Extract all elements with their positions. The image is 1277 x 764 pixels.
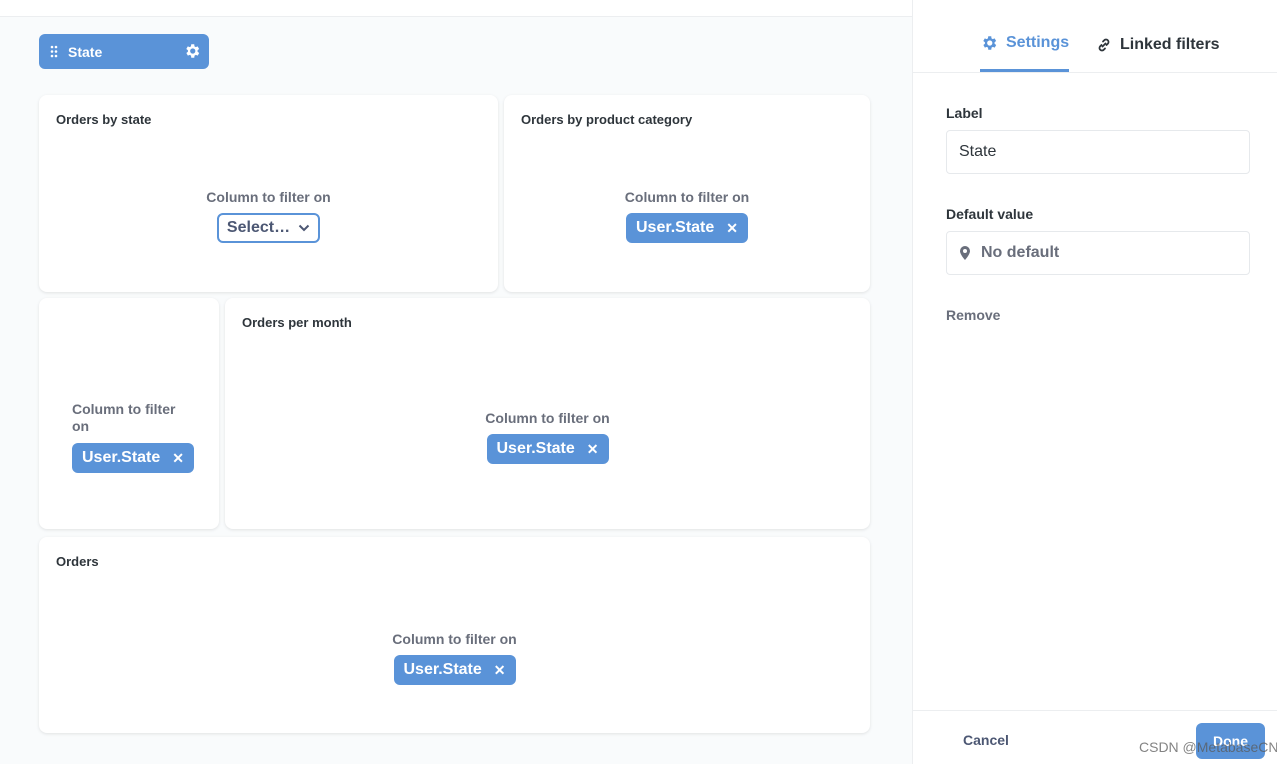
mapper-label: Column to filter on — [485, 410, 610, 426]
mapper-label: Column to filter on — [392, 631, 517, 647]
default-value-label: Default value — [946, 206, 1034, 222]
filter-settings-sidebar: Settings Linked filters Label State Defa… — [912, 0, 1277, 764]
dashcard-orders-per-month: Orders per month Column to filter on Use… — [225, 298, 870, 529]
label-input-value: State — [959, 143, 997, 160]
close-icon[interactable]: ✕ — [172, 450, 184, 467]
mapper-label: Column to filter on — [72, 401, 176, 434]
pill-value: User.State — [403, 661, 482, 678]
dashcard-orders-by-product-category: Orders by product category Column to fil… — [504, 95, 870, 292]
mapper-label: Column to filter on — [206, 189, 331, 205]
default-value-placeholder: No default — [981, 244, 1060, 261]
column-pill[interactable]: User.State ✕ — [72, 443, 194, 473]
card-title: Orders — [56, 554, 99, 569]
close-icon[interactable]: ✕ — [587, 441, 599, 458]
card-title: Orders per month — [242, 315, 352, 330]
tab-linked-filters[interactable]: Linked filters — [1096, 17, 1220, 72]
pill-value: User.State — [496, 440, 575, 457]
column-mapper: Column to filter on Select… — [39, 189, 498, 243]
state-filter-widget[interactable]: State — [39, 34, 209, 69]
chevron-down-icon — [298, 224, 310, 232]
pill-value: User.State — [636, 219, 715, 236]
card-title: Orders by product category — [521, 112, 693, 127]
column-pill[interactable]: User.State ✕ — [626, 213, 748, 243]
tab-label: Linked filters — [1120, 35, 1220, 53]
tab-settings[interactable]: Settings — [980, 17, 1070, 72]
card-title: Orders by state — [56, 112, 152, 127]
gear-icon[interactable] — [183, 42, 201, 60]
location-pin-icon — [960, 246, 970, 260]
column-mapper: Column to filter on User.State ✕ — [504, 189, 870, 243]
column-mapper: Column to filter on User.State ✕ — [72, 401, 194, 473]
dashcard-orders: Orders Column to filter on User.State ✕ — [39, 537, 870, 733]
tab-label: Settings — [1006, 34, 1070, 51]
label-field-label: Label — [946, 105, 983, 121]
watermark: CSDN @MetabaseCN — [1139, 739, 1277, 755]
remove-filter-button[interactable]: Remove — [946, 307, 1000, 323]
sidebar-footer: Cancel Done — [913, 710, 1277, 764]
dashcard-orders-by-state: Orders by state Column to filter on Sele… — [39, 95, 498, 292]
label-input[interactable]: State — [946, 130, 1250, 174]
default-value-picker[interactable]: No default — [946, 231, 1250, 275]
column-mapper: Column to filter on User.State ✕ — [225, 410, 870, 464]
link-icon — [1098, 38, 1110, 51]
sidebar-tabs: Settings Linked filters — [913, 17, 1277, 73]
grip-icon[interactable] — [50, 45, 58, 58]
filter-label: State — [68, 43, 103, 60]
gear-icon — [983, 36, 997, 50]
close-icon[interactable]: ✕ — [726, 220, 738, 237]
close-icon[interactable]: ✕ — [494, 662, 506, 679]
mapper-label: Column to filter on — [624, 189, 750, 205]
pill-value: User.State — [82, 449, 161, 466]
column-pill[interactable]: User.State ✕ — [486, 434, 609, 464]
cancel-button[interactable]: Cancel — [963, 732, 1009, 748]
select-value: Select… — [226, 219, 291, 236]
column-select[interactable]: Select… — [216, 213, 321, 243]
column-mapper: Column to filter on User.State ✕ — [39, 631, 870, 685]
dashcard-untitled: Column to filter on User.State ✕ — [39, 298, 219, 529]
column-pill[interactable]: User.State ✕ — [393, 655, 516, 685]
